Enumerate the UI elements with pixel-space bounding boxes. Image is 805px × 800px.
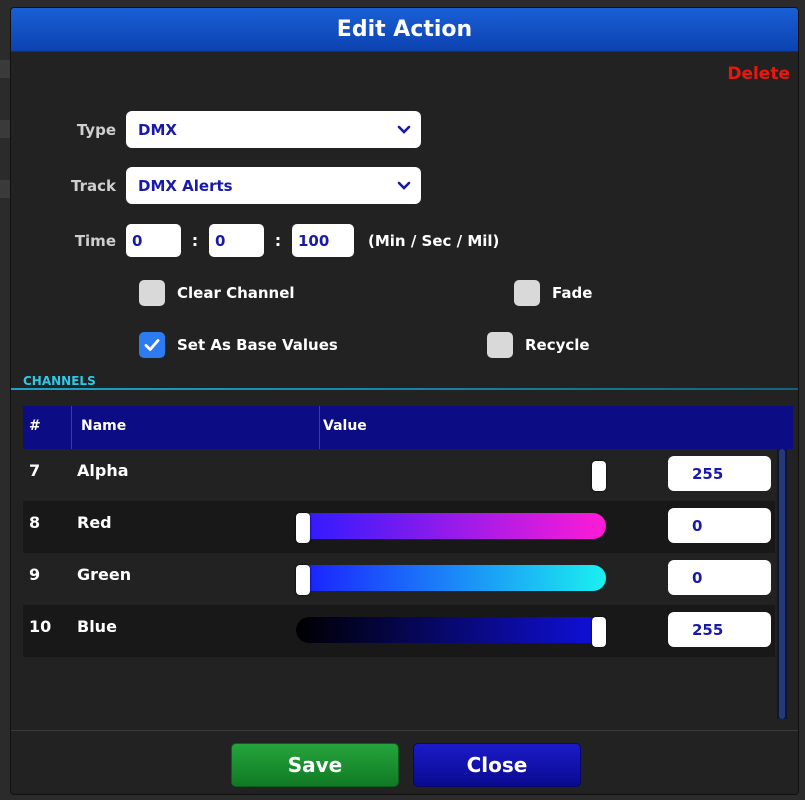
channel-value-input[interactable]: 0 <box>668 508 771 543</box>
clear-channel-label: Clear Channel <box>177 284 295 302</box>
edit-action-dialog: Edit Action Delete Type DMX Track DMX Al… <box>10 7 799 795</box>
channel-number: 10 <box>29 617 52 636</box>
channel-slider[interactable] <box>296 461 606 491</box>
recycle-checkbox[interactable] <box>487 332 513 358</box>
track-label: Track <box>71 176 116 195</box>
time-row: Time 0 : 0 : 100 (Min / Sec / Mil) <box>11 224 499 257</box>
chevron-down-icon <box>397 181 411 190</box>
set-base-values-checkbox[interactable] <box>139 332 165 358</box>
channel-name: Alpha <box>77 461 129 480</box>
column-separator <box>319 406 320 449</box>
channel-number: 7 <box>29 461 41 480</box>
save-button[interactable]: Save <box>231 743 399 787</box>
clear-channel-checkbox[interactable] <box>139 280 165 306</box>
channel-slider[interactable] <box>296 565 606 595</box>
table-row: 10 Blue 255 <box>23 605 775 657</box>
dialog-title: Edit Action <box>336 17 473 42</box>
time-mil-input[interactable]: 100 <box>292 224 354 257</box>
channels-divider <box>11 388 798 390</box>
footer-divider <box>11 730 798 731</box>
chevron-down-icon <box>397 125 411 134</box>
backdrop-element <box>0 180 10 198</box>
scrollbar-thumb[interactable] <box>779 449 785 719</box>
track-row: Track DMX Alerts <box>11 167 421 204</box>
slider-thumb[interactable] <box>296 513 310 543</box>
backdrop-element <box>0 60 10 78</box>
table-row: 8 Red 0 <box>23 501 775 553</box>
time-min-input[interactable]: 0 <box>126 224 181 257</box>
delete-button[interactable]: Delete <box>727 64 790 84</box>
channels-table-body: 7 Alpha 255 8 Red 0 9 Green 0 10 Blue 25… <box>23 449 783 719</box>
set-base-values-option[interactable]: Set As Base Values <box>139 332 338 358</box>
slider-thumb[interactable] <box>296 565 310 595</box>
channel-name: Green <box>77 565 132 584</box>
channel-value-input[interactable]: 0 <box>668 560 771 595</box>
channel-value-input[interactable]: 255 <box>668 612 771 647</box>
channel-value-input[interactable]: 255 <box>668 456 771 491</box>
slider-thumb[interactable] <box>592 461 606 491</box>
channel-number: 8 <box>29 513 41 532</box>
type-select-value: DMX <box>138 120 177 139</box>
column-separator <box>71 406 72 449</box>
backdrop-element <box>0 120 10 138</box>
close-button[interactable]: Close <box>413 743 581 787</box>
channel-number: 9 <box>29 565 41 584</box>
column-header-value: Value <box>323 418 367 434</box>
channels-table-header: # Name Value <box>23 406 793 449</box>
checkmark-icon <box>144 339 160 351</box>
recycle-label: Recycle <box>525 336 590 354</box>
time-label: Time <box>74 231 116 250</box>
channel-name: Red <box>77 513 112 532</box>
time-separator: : <box>191 231 199 250</box>
table-row: 7 Alpha 255 <box>23 449 775 501</box>
track-select[interactable]: DMX Alerts <box>126 167 421 204</box>
channels-scrollbar[interactable] <box>777 449 787 719</box>
column-header-name: Name <box>81 418 127 434</box>
channel-name: Blue <box>77 617 117 636</box>
channel-slider[interactable] <box>296 617 606 647</box>
clear-channel-option[interactable]: Clear Channel <box>139 280 295 306</box>
channel-slider[interactable] <box>296 513 606 543</box>
fade-checkbox[interactable] <box>514 280 540 306</box>
type-row: Type DMX <box>11 111 421 148</box>
time-sec-input[interactable]: 0 <box>209 224 264 257</box>
column-header-num: # <box>29 418 41 434</box>
dialog-title-bar: Edit Action <box>11 8 798 52</box>
set-base-values-label: Set As Base Values <box>177 336 338 354</box>
time-separator: : <box>274 231 282 250</box>
fade-label: Fade <box>552 284 593 302</box>
channels-heading: CHANNELS <box>23 374 96 388</box>
table-row: 9 Green 0 <box>23 553 775 605</box>
fade-option[interactable]: Fade <box>514 280 592 306</box>
slider-thumb[interactable] <box>592 617 606 647</box>
type-label: Type <box>76 120 116 139</box>
track-select-value: DMX Alerts <box>138 176 233 195</box>
time-hint: (Min / Sec / Mil) <box>368 231 500 250</box>
recycle-option[interactable]: Recycle <box>487 332 590 358</box>
type-select[interactable]: DMX <box>126 111 421 148</box>
